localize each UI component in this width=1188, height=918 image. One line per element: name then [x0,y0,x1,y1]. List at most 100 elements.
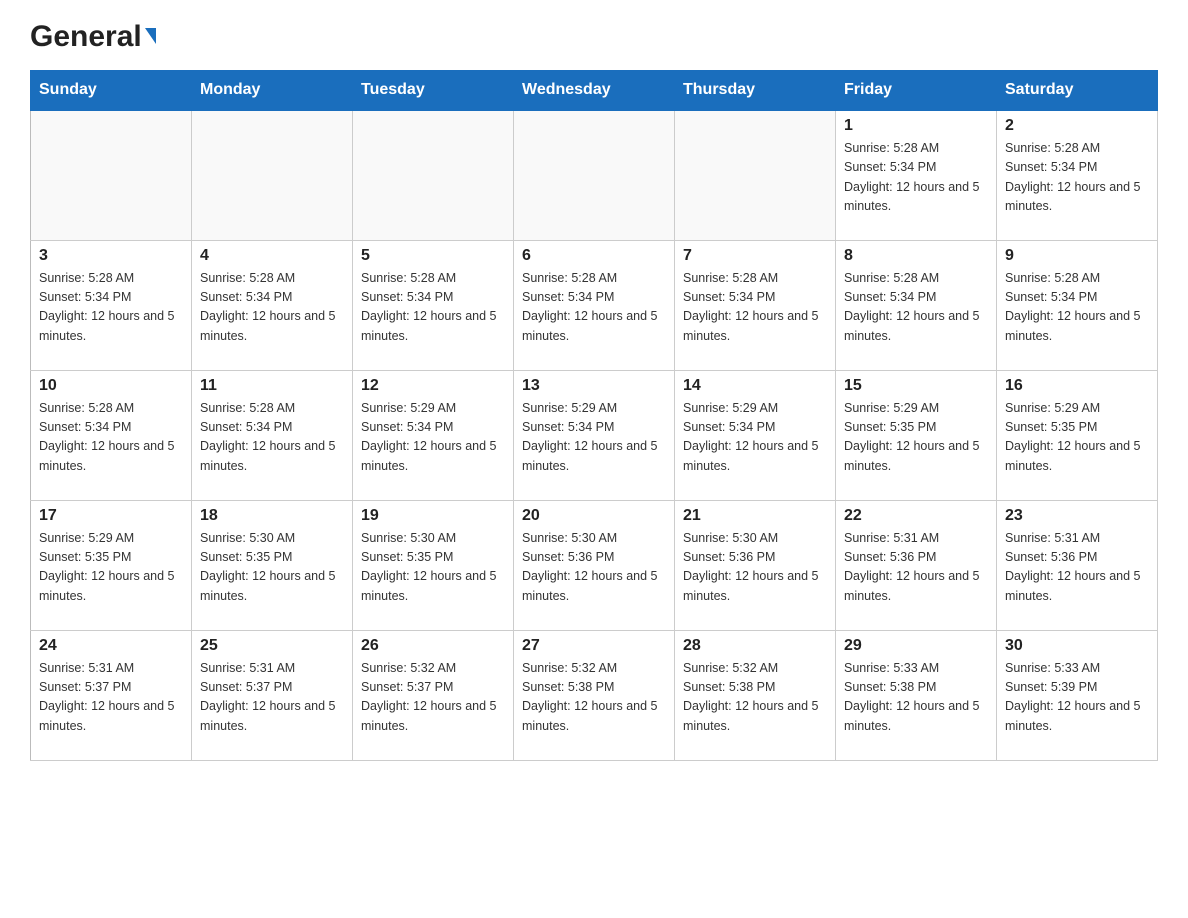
table-row: 11 Sunrise: 5:28 AM Sunset: 5:34 PM Dayli… [192,370,353,500]
table-row: 20 Sunrise: 5:30 AM Sunset: 5:36 PM Dayli… [514,500,675,630]
table-row: 6 Sunrise: 5:28 AM Sunset: 5:34 PM Daylig… [514,240,675,370]
day-info: Sunrise: 5:28 AM Sunset: 5:34 PM Dayligh… [522,269,666,347]
day-number: 8 [844,247,988,265]
table-row: 18Sunrise: 5:30 AM Sunset: 5:35 PM Dayli… [192,500,353,630]
table-row: 30 Sunrise: 5:33 AM Sunset: 5:39 PM Dayli… [997,630,1158,760]
table-row [514,110,675,240]
table-row: 24Sunrise: 5:31 AM Sunset: 5:37 PM Dayli… [31,630,192,760]
day-number: 21 [683,507,827,525]
table-row [353,110,514,240]
table-row: 10 Sunrise: 5:28 AM Sunset: 5:34 PM Dayli… [31,370,192,500]
table-row [31,110,192,240]
day-number: 10 [39,377,183,395]
header-friday: Friday [836,71,997,111]
day-number: 12 [361,377,505,395]
table-row [675,110,836,240]
table-row: 28 Sunrise: 5:32 AM Sunset: 5:38 PM Dayli… [675,630,836,760]
table-row: 7Sunrise: 5:28 AM Sunset: 5:34 PM Daylig… [675,240,836,370]
day-info: Sunrise: 5:31 AM Sunset: 5:36 PM Dayligh… [1005,529,1149,607]
day-info: Sunrise: 5:28 AM Sunset: 5:34 PM Dayligh… [844,269,988,347]
header-wednesday: Wednesday [514,71,675,111]
day-number: 16 [1005,377,1149,395]
table-row: 9Sunrise: 5:28 AM Sunset: 5:34 PM Daylig… [997,240,1158,370]
table-row: 12Sunrise: 5:29 AM Sunset: 5:34 PM Dayli… [353,370,514,500]
calendar-week-row: 10 Sunrise: 5:28 AM Sunset: 5:34 PM Dayli… [31,370,1158,500]
day-info: Sunrise: 5:33 AM Sunset: 5:38 PM Dayligh… [844,659,988,737]
day-info: Sunrise: 5:32 AM Sunset: 5:38 PM Dayligh… [683,659,827,737]
day-number: 15 [844,377,988,395]
table-row: 29 Sunrise: 5:33 AM Sunset: 5:38 PM Dayli… [836,630,997,760]
day-info: Sunrise: 5:30 AM Sunset: 5:36 PM Dayligh… [522,529,666,607]
day-number: 22 [844,507,988,525]
day-number: 18 [200,507,344,525]
table-row: 5 Sunrise: 5:28 AM Sunset: 5:34 PM Daylig… [353,240,514,370]
day-info: Sunrise: 5:28 AM Sunset: 5:34 PM Dayligh… [361,269,505,347]
day-info: Sunrise: 5:29 AM Sunset: 5:35 PM Dayligh… [1005,399,1149,477]
day-number: 17 [39,507,183,525]
table-row: 23 Sunrise: 5:31 AM Sunset: 5:36 PM Dayli… [997,500,1158,630]
calendar-week-row: 3 Sunrise: 5:28 AM Sunset: 5:34 PM Daylig… [31,240,1158,370]
day-info: Sunrise: 5:32 AM Sunset: 5:38 PM Dayligh… [522,659,666,737]
day-number: 24 [39,637,183,655]
day-number: 30 [1005,637,1149,655]
header-monday: Monday [192,71,353,111]
logo-general-text: General [30,20,142,54]
table-row: 14Sunrise: 5:29 AM Sunset: 5:34 PM Dayli… [675,370,836,500]
table-row: 13 Sunrise: 5:29 AM Sunset: 5:34 PM Dayli… [514,370,675,500]
day-info: Sunrise: 5:28 AM Sunset: 5:34 PM Dayligh… [200,399,344,477]
day-number: 23 [1005,507,1149,525]
day-number: 6 [522,247,666,265]
table-row: 15 Sunrise: 5:29 AM Sunset: 5:35 PM Dayli… [836,370,997,500]
table-row: 27 Sunrise: 5:32 AM Sunset: 5:38 PM Dayli… [514,630,675,760]
day-info: Sunrise: 5:28 AM Sunset: 5:34 PM Dayligh… [39,269,183,347]
table-row: 22 Sunrise: 5:31 AM Sunset: 5:36 PM Dayli… [836,500,997,630]
table-row: 19Sunrise: 5:30 AM Sunset: 5:35 PM Dayli… [353,500,514,630]
calendar-week-row: 24Sunrise: 5:31 AM Sunset: 5:37 PM Dayli… [31,630,1158,760]
day-number: 20 [522,507,666,525]
day-number: 2 [1005,117,1149,135]
day-number: 26 [361,637,505,655]
day-number: 4 [200,247,344,265]
table-row: 16 Sunrise: 5:29 AM Sunset: 5:35 PM Dayli… [997,370,1158,500]
day-number: 29 [844,637,988,655]
day-number: 5 [361,247,505,265]
day-info: Sunrise: 5:28 AM Sunset: 5:34 PM Dayligh… [39,399,183,477]
day-info: Sunrise: 5:30 AM Sunset: 5:36 PM Dayligh… [683,529,827,607]
header-sunday: Sunday [31,71,192,111]
table-row: 25Sunrise: 5:31 AM Sunset: 5:37 PM Dayli… [192,630,353,760]
day-number: 13 [522,377,666,395]
table-row: 1 Sunrise: 5:28 AM Sunset: 5:34 PM Daylig… [836,110,997,240]
calendar-week-row: 1 Sunrise: 5:28 AM Sunset: 5:34 PM Daylig… [31,110,1158,240]
day-number: 3 [39,247,183,265]
day-info: Sunrise: 5:29 AM Sunset: 5:34 PM Dayligh… [522,399,666,477]
header-tuesday: Tuesday [353,71,514,111]
day-number: 1 [844,117,988,135]
day-info: Sunrise: 5:28 AM Sunset: 5:34 PM Dayligh… [200,269,344,347]
day-number: 11 [200,377,344,395]
header-saturday: Saturday [997,71,1158,111]
table-row: 17 Sunrise: 5:29 AM Sunset: 5:35 PM Dayli… [31,500,192,630]
day-number: 9 [1005,247,1149,265]
day-info: Sunrise: 5:29 AM Sunset: 5:35 PM Dayligh… [39,529,183,607]
day-number: 25 [200,637,344,655]
weekday-header-row: Sunday Monday Tuesday Wednesday Thursday… [31,71,1158,111]
table-row: 3 Sunrise: 5:28 AM Sunset: 5:34 PM Daylig… [31,240,192,370]
table-row: 4 Sunrise: 5:28 AM Sunset: 5:34 PM Daylig… [192,240,353,370]
day-number: 14 [683,377,827,395]
day-info: Sunrise: 5:28 AM Sunset: 5:34 PM Dayligh… [1005,139,1149,217]
calendar-table: Sunday Monday Tuesday Wednesday Thursday… [30,70,1158,761]
logo: General [30,20,156,50]
day-info: Sunrise: 5:31 AM Sunset: 5:36 PM Dayligh… [844,529,988,607]
table-row: 21 Sunrise: 5:30 AM Sunset: 5:36 PM Dayli… [675,500,836,630]
table-row: 26Sunrise: 5:32 AM Sunset: 5:37 PM Dayli… [353,630,514,760]
calendar-week-row: 17 Sunrise: 5:29 AM Sunset: 5:35 PM Dayli… [31,500,1158,630]
day-info: Sunrise: 5:33 AM Sunset: 5:39 PM Dayligh… [1005,659,1149,737]
table-row: 8 Sunrise: 5:28 AM Sunset: 5:34 PM Daylig… [836,240,997,370]
day-number: 27 [522,637,666,655]
table-row [192,110,353,240]
day-info: Sunrise: 5:28 AM Sunset: 5:34 PM Dayligh… [844,139,988,217]
day-info: Sunrise: 5:29 AM Sunset: 5:35 PM Dayligh… [844,399,988,477]
header-thursday: Thursday [675,71,836,111]
day-info: Sunrise: 5:28 AM Sunset: 5:34 PM Dayligh… [683,269,827,347]
day-number: 28 [683,637,827,655]
